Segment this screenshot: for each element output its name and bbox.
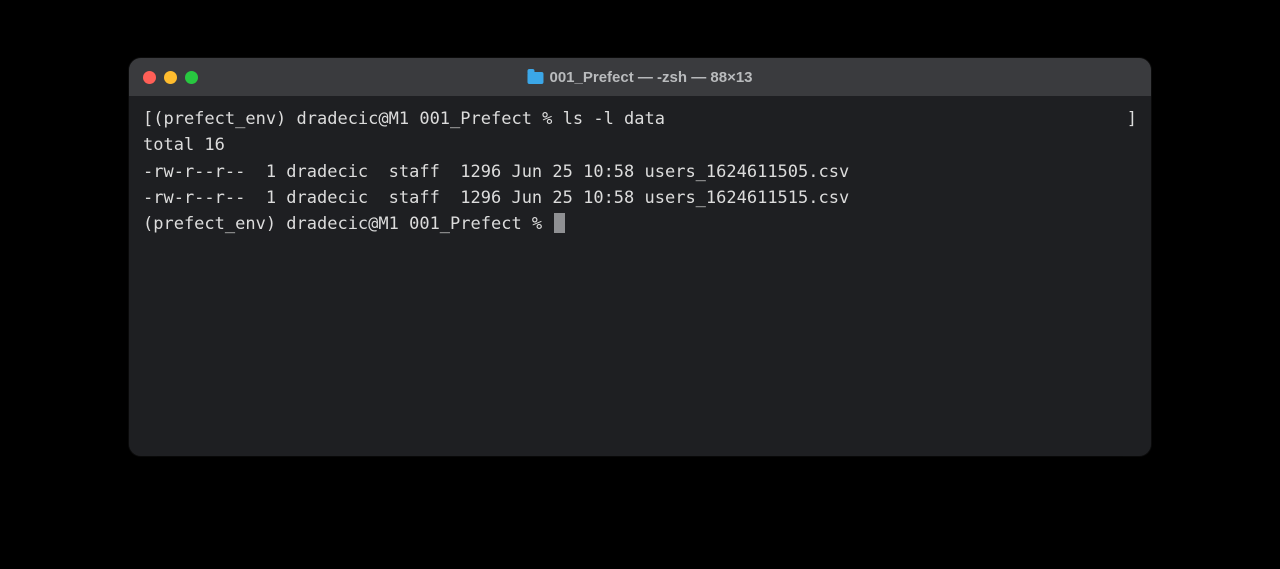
minimize-button[interactable] [164, 71, 177, 84]
prompt-command-line: [(prefect_env) dradecic@M1 001_Prefect %… [143, 109, 665, 129]
terminal-line: total 16 [143, 132, 1137, 158]
window-title: 001_Prefect — -zsh — 88×13 [549, 69, 752, 86]
terminal-line: [(prefect_env) dradecic@M1 001_Prefect %… [143, 106, 1137, 132]
terminal-line: (prefect_env) dradecic@M1 001_Prefect % [143, 211, 1137, 237]
bracket-right: ] [1127, 106, 1137, 132]
traffic-lights [143, 71, 198, 84]
prompt: (prefect_env) dradecic@M1 001_Prefect % [143, 214, 552, 234]
terminal-body[interactable]: [(prefect_env) dradecic@M1 001_Prefect %… [129, 96, 1151, 456]
terminal-line: -rw-r--r-- 1 dradecic staff 1296 Jun 25 … [143, 185, 1137, 211]
cursor [554, 213, 565, 233]
terminal-line: -rw-r--r-- 1 dradecic staff 1296 Jun 25 … [143, 159, 1137, 185]
window-title-container: 001_Prefect — -zsh — 88×13 [527, 69, 752, 86]
terminal-window: 001_Prefect — -zsh — 88×13 [(prefect_env… [129, 58, 1151, 456]
close-button[interactable] [143, 71, 156, 84]
folder-icon [527, 72, 543, 84]
maximize-button[interactable] [185, 71, 198, 84]
titlebar: 001_Prefect — -zsh — 88×13 [129, 58, 1151, 96]
